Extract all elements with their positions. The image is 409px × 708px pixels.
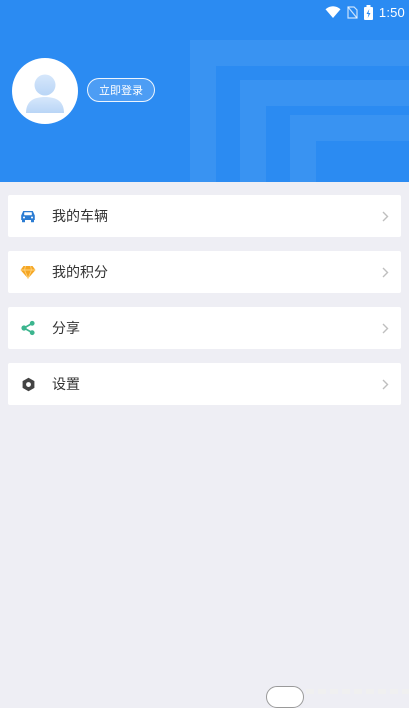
nav-dot <box>366 689 374 694</box>
menu-item-my-vehicles[interactable]: 我的车辆 <box>8 195 401 237</box>
battery-charging-icon <box>363 4 373 20</box>
login-button[interactable]: 立即登录 <box>87 78 155 102</box>
nav-dot <box>378 689 386 694</box>
no-sim-icon <box>347 5 358 19</box>
menu-item-label: 我的车辆 <box>52 209 108 225</box>
diamond-icon <box>18 262 38 282</box>
nav-dot <box>402 689 409 694</box>
nav-dot <box>354 689 362 694</box>
menu-item-share[interactable]: 分享 <box>8 307 401 349</box>
chevron-right-icon <box>379 322 391 334</box>
car-icon <box>18 206 38 226</box>
nav-dot <box>330 689 338 694</box>
nav-dot <box>390 689 398 694</box>
settings-hex-icon <box>18 374 38 394</box>
nav-dot <box>342 689 350 694</box>
nav-dot <box>318 689 326 694</box>
menu-item-my-points[interactable]: 我的积分 <box>8 251 401 293</box>
user-avatar-icon <box>26 74 64 113</box>
status-time: 1:50 <box>378 4 405 20</box>
wifi-icon <box>325 6 341 18</box>
chevron-right-icon <box>379 266 391 278</box>
profile-header: 1:50 立即登录 <box>0 0 409 182</box>
home-gesture-pill[interactable] <box>266 686 304 708</box>
profile-menu: 我的车辆 我的积分 分享 设置 <box>8 195 401 419</box>
share-icon <box>18 318 38 338</box>
menu-item-label: 我的积分 <box>52 265 108 281</box>
chevron-right-icon <box>379 210 391 222</box>
user-avatar[interactable] <box>12 58 78 124</box>
menu-item-label: 设置 <box>52 377 80 393</box>
status-bar: 1:50 <box>0 0 409 24</box>
header-decoration <box>290 115 409 182</box>
chevron-right-icon <box>379 378 391 390</box>
nav-indicator-dots <box>306 689 409 694</box>
menu-item-label: 分享 <box>52 321 80 337</box>
nav-dot <box>306 689 314 694</box>
menu-item-settings[interactable]: 设置 <box>8 363 401 405</box>
